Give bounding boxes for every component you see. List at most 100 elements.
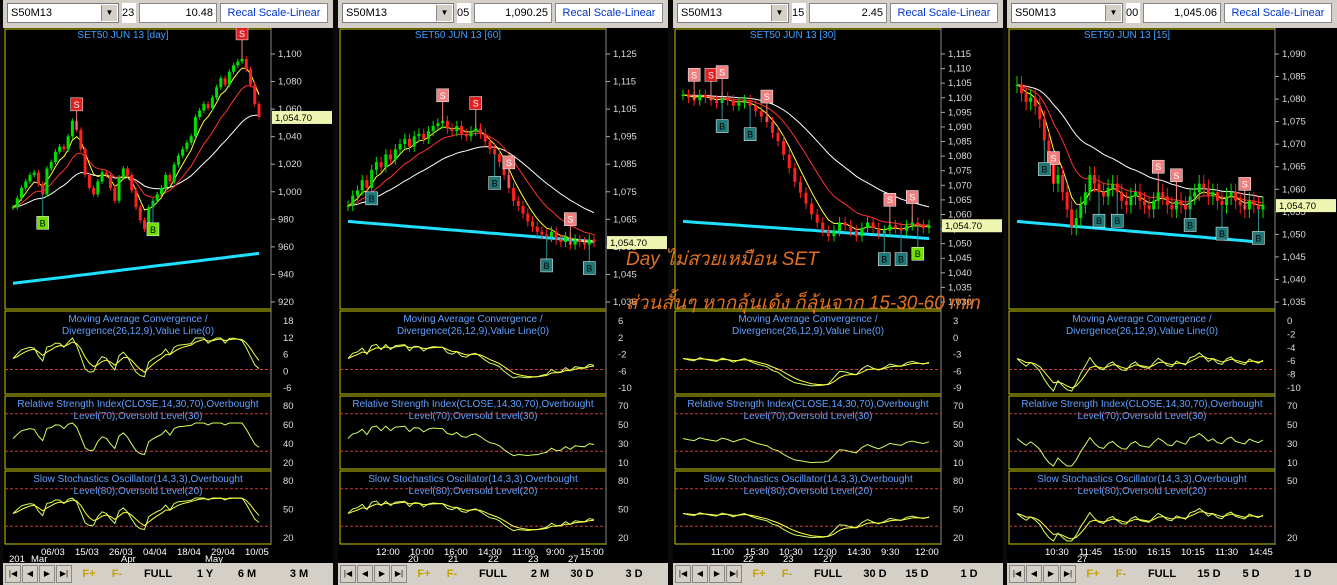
candle-body (703, 94, 707, 98)
candle-body (45, 168, 49, 195)
next-icon[interactable]: ▶ (39, 565, 55, 583)
candle-body (100, 172, 104, 182)
prev-icon[interactable]: ◀ (692, 565, 708, 583)
first-page-icon[interactable]: |◀ (5, 565, 21, 583)
candle-body (1247, 200, 1251, 210)
candle-body (535, 226, 539, 232)
y-tick-label: 1,075 (613, 187, 637, 198)
first-page-icon[interactable]: |◀ (340, 565, 356, 583)
x-period-label: Apr (121, 554, 136, 563)
period-button-2[interactable]: FULL (803, 565, 853, 583)
first-page-icon[interactable]: |◀ (1009, 565, 1025, 583)
macd-line (682, 357, 930, 387)
candle-body (1124, 200, 1128, 206)
recal-scale-button[interactable]: Recal Scale-Linear (555, 3, 663, 23)
chevron-down-icon[interactable]: ▼ (1105, 5, 1121, 21)
signal-label: B (369, 194, 375, 204)
period-button-5[interactable]: 3 M (271, 565, 327, 583)
candle-body (1120, 192, 1124, 201)
period-button-3[interactable]: 30 D (857, 565, 893, 583)
symbol-text: S50M13 (11, 7, 52, 19)
period-button-1[interactable]: F- (440, 565, 464, 583)
period-button-2[interactable]: FULL (133, 565, 183, 583)
candle-body (236, 61, 240, 66)
x-tick-label: 9:00 (546, 547, 565, 558)
last-page-icon[interactable]: ▶| (391, 565, 407, 583)
rsi-label: Relative Strength Index(CLOSE,14,30,70),… (1021, 399, 1262, 410)
period-button-4[interactable]: 5 D (1231, 565, 1271, 583)
symbol-select[interactable]: S50M13 ▼ (677, 3, 789, 23)
last-value-box: 1,090.25 (474, 3, 552, 23)
period-button-4[interactable]: 30 D (562, 565, 602, 583)
period-button-2[interactable]: FULL (1137, 565, 1187, 583)
candle-body (905, 225, 909, 231)
period-button-2[interactable]: FULL (468, 565, 518, 583)
candle-body (181, 149, 185, 156)
candle-body (164, 175, 168, 188)
period-button-0[interactable]: F+ (1081, 565, 1105, 583)
candle-body (244, 58, 248, 70)
period-button-4[interactable]: 6 M (227, 565, 267, 583)
candle-body (1065, 192, 1069, 210)
x-tick-label: 04/04 (143, 547, 167, 558)
annotation-line-1: Day ไม่สวยเหมือน SET (626, 249, 819, 270)
symbol-select[interactable]: S50M13 ▼ (1011, 3, 1123, 23)
candle-body (379, 162, 383, 168)
y-tick-label: 1,020 (278, 159, 302, 170)
chevron-down-icon[interactable]: ▼ (771, 5, 787, 21)
rsi-line (682, 437, 930, 464)
period-button-4[interactable]: 15 D (897, 565, 937, 583)
candle-body (53, 151, 57, 163)
prev-icon[interactable]: ◀ (357, 565, 373, 583)
last-page-icon[interactable]: ▶| (726, 565, 742, 583)
candle-body (355, 190, 359, 196)
period-button-3[interactable]: 2 M (522, 565, 558, 583)
period-button-5[interactable]: 1 D (1275, 565, 1331, 583)
rsi-line (1016, 432, 1264, 467)
next-icon[interactable]: ▶ (1043, 565, 1059, 583)
symbol-select[interactable]: S50M13 ▼ (342, 3, 454, 23)
value-stub: 00 (1126, 3, 1140, 23)
recal-scale-button[interactable]: Recal Scale-Linear (220, 3, 328, 23)
last-page-icon[interactable]: ▶| (56, 565, 72, 583)
first-page-icon[interactable]: |◀ (675, 565, 691, 583)
candle-body (469, 131, 473, 137)
y-tick-label: 1,050 (948, 239, 972, 250)
recal-scale-button[interactable]: Recal Scale-Linear (890, 3, 998, 23)
signal-label: S (74, 100, 80, 110)
period-button-0[interactable]: F+ (412, 565, 436, 583)
rsi-label: Level(70),Oversold Level(30) (744, 411, 873, 422)
period-button-1[interactable]: F- (775, 565, 799, 583)
candle-body (185, 142, 189, 150)
period-button-3[interactable]: 15 D (1191, 565, 1227, 583)
recal-scale-button[interactable]: Recal Scale-Linear (1224, 3, 1332, 23)
x-tick-label: 11:00 (711, 547, 734, 558)
candle-body (215, 87, 219, 98)
prev-icon[interactable]: ◀ (1026, 565, 1042, 583)
chart-svg: SET50 JUN 13 [15] 1,090 1,085 1,080 1,075 1,0… (1007, 28, 1337, 563)
period-button-1[interactable]: F- (105, 565, 129, 583)
rsi-tick-label: 40 (283, 439, 294, 450)
period-button-1[interactable]: F- (1109, 565, 1133, 583)
period-button-5[interactable]: 1 D (941, 565, 997, 583)
chevron-down-icon[interactable]: ▼ (101, 5, 117, 21)
prev-icon[interactable]: ◀ (22, 565, 38, 583)
period-button-3[interactable]: 1 Y (187, 565, 223, 583)
period-button-0[interactable]: F+ (77, 565, 101, 583)
candle-body (249, 69, 253, 85)
symbol-select[interactable]: S50M13 ▼ (7, 3, 119, 23)
x-tick-label: 10:15 (1181, 547, 1205, 558)
y-tick-label: 1,105 (613, 104, 637, 115)
x-period-label: 201 (9, 554, 25, 563)
signal-label: B (492, 178, 498, 188)
period-button-5[interactable]: 3 D (606, 565, 662, 583)
last-page-icon[interactable]: ▶| (1060, 565, 1076, 583)
candle-body (1020, 84, 1024, 94)
period-button-0[interactable]: F+ (747, 565, 771, 583)
chevron-down-icon[interactable]: ▼ (436, 5, 452, 21)
next-icon[interactable]: ▶ (709, 565, 725, 583)
next-icon[interactable]: ▶ (374, 565, 390, 583)
candle-body (1174, 200, 1178, 210)
candle-body (155, 194, 159, 201)
rsi-tick-label: 70 (1287, 401, 1298, 412)
